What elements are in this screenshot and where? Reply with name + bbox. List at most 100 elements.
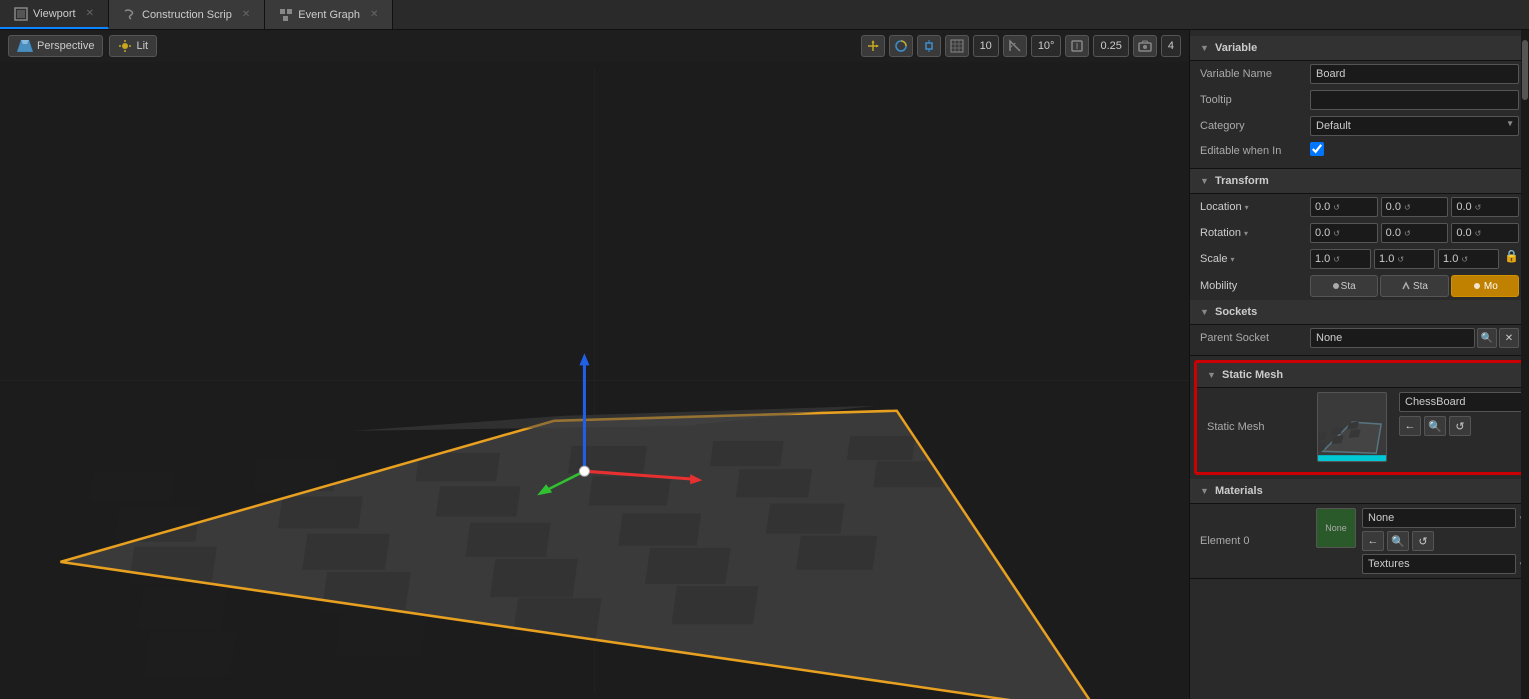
transform-header[interactable]: ▼ Transform (1190, 169, 1529, 194)
tab-viewport[interactable]: Viewport ✕ (0, 0, 109, 29)
material-search-btn[interactable]: 🔍 (1387, 531, 1409, 551)
rotation-row: Rotation ▾ 0.0 ↺ 0.0 ↺ 0.0 ↺ (1190, 220, 1529, 246)
rotation-x-reset[interactable]: ↺ (1333, 229, 1340, 238)
static-mesh-collapse-icon: ▼ (1207, 370, 1217, 380)
perspective-btn[interactable]: Perspective (8, 35, 103, 57)
transform-section: ▼ Transform Location ▾ 0.0 ↺ 0.0 ↺ (1190, 169, 1529, 300)
scale-row: Scale ▾ 1.0 ↺ 1.0 ↺ 1.0 ↺ (1190, 246, 1529, 272)
mesh-prop-row: Static Mesh (1197, 388, 1522, 466)
editable-value (1310, 142, 1519, 159)
mesh-refresh-btn[interactable]: ↺ (1449, 416, 1471, 436)
mesh-search-btn[interactable]: 🔍 (1424, 416, 1446, 436)
scale-label-wrap: Scale ▾ (1200, 253, 1310, 265)
scale-btn[interactable] (917, 35, 941, 57)
scene-3d[interactable] (0, 62, 1189, 699)
scale-lock-icon[interactable]: 🔒 (1504, 249, 1519, 269)
location-x-reset[interactable]: ↺ (1333, 203, 1340, 212)
angle-btn[interactable] (1003, 35, 1027, 57)
mobility-static-btn[interactable]: Sta (1310, 275, 1378, 297)
scale-x-reset[interactable]: ↺ (1333, 255, 1340, 264)
textures-input[interactable] (1362, 554, 1516, 574)
scrollbar-thumb[interactable] (1522, 40, 1528, 100)
mobility-row: Mobility Sta Sta Mo (1190, 272, 1529, 300)
mesh-btn-row: ← 🔍 ↺ (1399, 416, 1529, 436)
rotation-y-reset[interactable]: ↺ (1404, 229, 1411, 238)
editable-checkbox[interactable] (1310, 142, 1324, 156)
grid-btn[interactable] (945, 35, 969, 57)
parent-socket-input[interactable] (1310, 328, 1475, 348)
viewport-toolbar: Perspective Lit (0, 30, 1189, 62)
transform-collapse-icon: ▼ (1200, 176, 1210, 186)
toolbar-right: 10 10° 0.25 (861, 35, 1181, 57)
rotation-z[interactable]: 0.0 ↺ (1451, 223, 1519, 243)
sockets-header[interactable]: ▼ Sockets (1190, 300, 1529, 325)
mobility-label: Mobility (1200, 280, 1237, 292)
snap-number[interactable]: 0.25 (1093, 35, 1128, 57)
mesh-name-input[interactable] (1399, 392, 1529, 412)
rotation-y[interactable]: 0.0 ↺ (1381, 223, 1449, 243)
editable-label: Editable when In (1200, 145, 1310, 157)
tab-construction-close[interactable]: ✕ (242, 9, 250, 20)
rotation-x[interactable]: 0.0 ↺ (1310, 223, 1378, 243)
material-refresh-btn[interactable]: ↺ (1412, 531, 1434, 551)
scale-y-reset[interactable]: ↺ (1397, 255, 1404, 264)
mobility-stationary-btn[interactable]: Sta (1380, 275, 1448, 297)
material-thumbnail: None (1316, 508, 1356, 548)
mobility-movable-btn[interactable]: Mo (1451, 275, 1519, 297)
material-select-input[interactable] (1362, 508, 1516, 528)
rotation-arrow[interactable]: ▾ (1244, 229, 1248, 238)
rotate-btn[interactable] (889, 35, 913, 57)
tooltip-value (1310, 90, 1519, 110)
location-z-reset[interactable]: ↺ (1475, 203, 1482, 212)
scale-z[interactable]: 1.0 ↺ (1438, 249, 1499, 269)
material-arrow-btn[interactable]: ← (1362, 531, 1384, 551)
mesh-arrow-btn[interactable]: ← (1399, 416, 1421, 436)
rotation-fields: 0.0 ↺ 0.0 ↺ 0.0 ↺ (1310, 223, 1519, 243)
main-area: Perspective Lit (0, 30, 1529, 699)
scale-y[interactable]: 1.0 ↺ (1374, 249, 1435, 269)
scrollbar-track (1521, 30, 1529, 699)
mobility-label-wrap: Mobility (1200, 280, 1310, 292)
location-row: Location ▾ 0.0 ↺ 0.0 ↺ 0.0 ↺ (1190, 194, 1529, 220)
mesh-content: ▼ ← 🔍 ↺ (1317, 392, 1529, 462)
camera-btn[interactable] (1133, 35, 1157, 57)
variable-section: ▼ Variable Variable Name Tooltip Categor… (1190, 30, 1529, 169)
tab-close[interactable]: ✕ (86, 8, 94, 19)
category-select[interactable]: Default (1310, 116, 1519, 136)
sockets-section: ▼ Sockets Parent Socket 🔍 ✕ (1190, 300, 1529, 356)
tab-construction[interactable]: Construction Scrip ✕ (109, 0, 265, 29)
static-mesh-header[interactable]: ▼ Static Mesh (1197, 363, 1522, 388)
socket-search-btn[interactable]: 🔍 (1477, 328, 1497, 348)
sun-icon (118, 39, 132, 53)
tab-event-graph[interactable]: Event Graph ✕ (265, 0, 393, 29)
lit-btn[interactable]: Lit (109, 35, 157, 57)
socket-clear-btn[interactable]: ✕ (1499, 328, 1519, 348)
mesh-thumbnail[interactable] (1317, 392, 1387, 462)
category-row: Category Default ▼ (1190, 113, 1529, 139)
mesh-name-row: ▼ (1399, 392, 1529, 412)
variable-header[interactable]: ▼ Variable (1190, 36, 1529, 61)
variable-name-input[interactable] (1310, 64, 1519, 84)
snap-btn[interactable] (1065, 35, 1089, 57)
material-controls: ▼ ← 🔍 ↺ ▼ (1362, 508, 1526, 574)
tab-viewport-label: Viewport (33, 8, 76, 20)
translate-btn[interactable] (861, 35, 885, 57)
scale-z-reset[interactable]: ↺ (1461, 255, 1468, 264)
materials-header[interactable]: ▼ Materials (1190, 479, 1529, 504)
mesh-thumbnail-svg (1318, 393, 1386, 461)
rotation-z-reset[interactable]: ↺ (1475, 229, 1482, 238)
tooltip-input[interactable] (1310, 90, 1519, 110)
location-fields: 0.0 ↺ 0.0 ↺ 0.0 ↺ (1310, 197, 1519, 217)
location-y-reset[interactable]: ↺ (1404, 203, 1411, 212)
tab-event-close[interactable]: ✕ (370, 9, 378, 20)
scale-x[interactable]: 1.0 ↺ (1310, 249, 1371, 269)
location-z[interactable]: 0.0 ↺ (1451, 197, 1519, 217)
camera-number[interactable]: 4 (1161, 35, 1181, 57)
grid-number[interactable]: 10 (973, 35, 999, 57)
angle-number[interactable]: 10° (1031, 35, 1062, 57)
location-x[interactable]: 0.0 ↺ (1310, 197, 1378, 217)
location-arrow[interactable]: ▾ (1245, 203, 1249, 212)
parent-socket-label: Parent Socket (1200, 332, 1310, 344)
scale-arrow[interactable]: ▾ (1231, 255, 1235, 264)
location-y[interactable]: 0.0 ↺ (1381, 197, 1449, 217)
